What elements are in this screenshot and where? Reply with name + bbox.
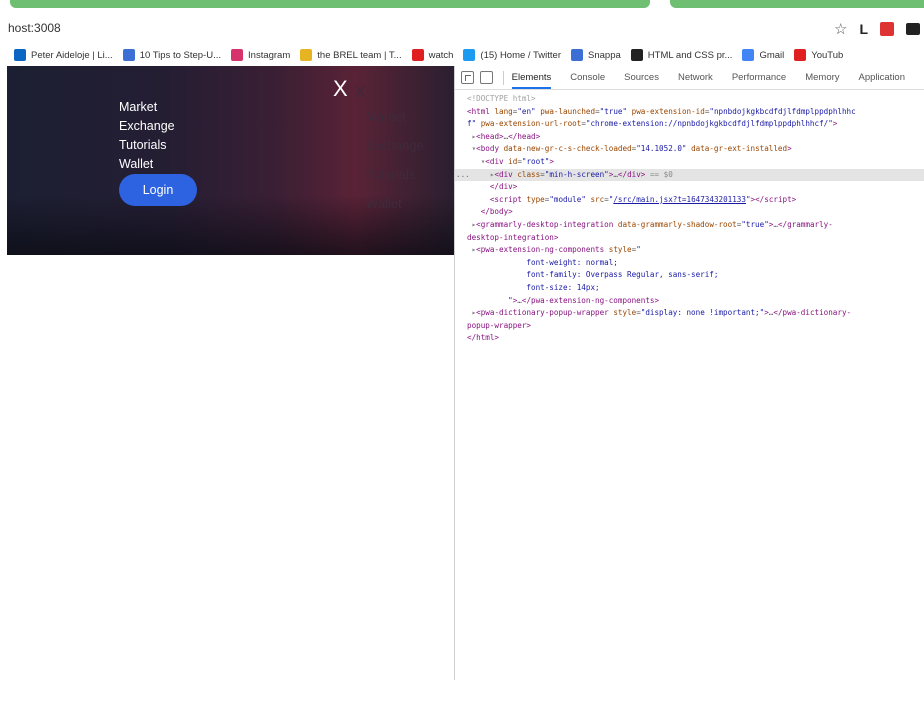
bookmark-label: Peter Aideloje | Li...: [31, 49, 113, 61]
address-bar[interactable]: host:3008 ☆ L: [0, 14, 924, 44]
tree-line[interactable]: ▾<body data-new-gr-c-s-check-loaded="14.…: [455, 143, 924, 156]
tab-elements[interactable]: Elements: [511, 72, 552, 89]
tree-line: </html>: [467, 333, 500, 343]
hero-section: Market Exchange Tutorials Wallet Login X…: [7, 66, 454, 255]
url-text[interactable]: host:3008: [8, 21, 61, 35]
inspect-element-icon[interactable]: [461, 71, 474, 84]
tree-line: popup-wrapper>: [467, 320, 532, 330]
instagram-icon: [231, 49, 244, 61]
background-close-icon: X: [355, 84, 366, 101]
tree-line[interactable]: ▸<pwa-extension-ng-components style=": [455, 244, 924, 257]
tree-line: font-family: Overpass Regular, sans-seri…: [467, 270, 719, 280]
twitter-icon: [463, 49, 476, 61]
tab-console[interactable]: Console: [570, 72, 605, 83]
tree-line: f" pwa-extension-url-root="chrome-extens…: [467, 119, 838, 129]
bookmark-item[interactable]: HTML and CSS pr...: [630, 49, 733, 61]
bookmark-label: watch: [428, 49, 454, 61]
menu-item-market[interactable]: Market: [119, 98, 175, 117]
background-nav: X Market Exchange Tutorials Wallet: [353, 84, 424, 218]
bookmark-item[interactable]: 10 Tips to Step-U...: [122, 49, 222, 61]
tree-line: font-weight: normal;: [467, 257, 618, 267]
bookmark-item[interactable]: Gmail: [742, 49, 784, 61]
bookmark-label: Instagram: [248, 49, 291, 61]
window-bottom: [0, 680, 924, 719]
linkedin-icon: [14, 49, 26, 61]
bookmark-label: 10 Tips to Step-U...: [139, 49, 222, 61]
tree-line: </div>: [489, 182, 518, 192]
youtube-icon: [794, 49, 807, 61]
menu-item-tutorials[interactable]: Tutorials: [119, 136, 175, 155]
tab-performance[interactable]: Performance: [732, 72, 786, 83]
tree-line: desktop-integration>: [467, 232, 559, 242]
background-nav-market: Market: [366, 109, 406, 124]
page-icon: [571, 49, 584, 61]
bookmark-label: (15) Home / Twitter: [480, 49, 562, 61]
tab-memory[interactable]: Memory: [805, 72, 839, 83]
background-nav-exchange: Exchange: [366, 138, 424, 153]
bookmark-label: Gmail: [759, 49, 785, 61]
tree-line[interactable]: ▾<div id="root">: [455, 156, 924, 169]
github-icon: [630, 49, 643, 61]
page-viewport: Market Exchange Tutorials Wallet Login X…: [0, 66, 454, 680]
tab-application[interactable]: Application: [859, 72, 905, 83]
extension-red-icon[interactable]: [880, 22, 894, 36]
bookmark-label: YouTub: [811, 49, 844, 61]
tree-line[interactable]: <script type="module" src="/src/main.jsx…: [455, 194, 924, 207]
tab-strip-accent: [10, 0, 650, 8]
devtools-tabbar: Elements Console Sources Network Perform…: [455, 66, 924, 90]
background-nav-wallet: Wallet: [366, 196, 402, 211]
tab-sources[interactable]: Sources: [624, 72, 659, 83]
tree-line: font-size: 14px;: [467, 282, 600, 292]
bookmark-item[interactable]: YouTub: [794, 49, 843, 61]
address-bar-icons: ☆ L: [834, 20, 920, 38]
elements-tree: <!DOCTYPE html> <html lang="en" pwa-laun…: [455, 90, 924, 345]
bookmark-item[interactable]: Peter Aideloje | Li...: [14, 49, 113, 61]
tab-strip-accent-right: [670, 0, 924, 8]
bookmarks-bar: Peter Aideloje | Li... 10 Tips to Step-U.…: [0, 44, 924, 66]
youtube-icon: [411, 49, 424, 61]
devtools-panel: Elements Console Sources Network Perform…: [454, 66, 924, 680]
tree-line[interactable]: ▸<head>…</head>: [455, 131, 924, 144]
menu-item-exchange[interactable]: Exchange: [119, 117, 175, 136]
tree-line: <!DOCTYPE html>: [467, 94, 536, 103]
devtools-separator: [502, 70, 504, 85]
background-nav-tutorials: Tutorials: [366, 167, 416, 182]
bookmark-item[interactable]: watch: [411, 49, 454, 61]
page-icon: [122, 49, 135, 61]
tree-line[interactable]: ▸<pwa-dictionary-popup-wrapper style="di…: [455, 307, 924, 320]
bookmark-label: the BREL team | T...: [317, 49, 402, 61]
tree-line: </body>: [480, 207, 513, 217]
tree-line: ">…</pwa-extension-ng-components>: [467, 295, 660, 305]
folder-icon: [300, 49, 313, 61]
bookmark-item[interactable]: the BREL team | T...: [300, 49, 402, 61]
tree-line-selected[interactable]: ... ▸<div class="min-h-screen">…</div> =…: [455, 168, 924, 182]
tree-line[interactable]: ▸<grammarly-desktop-integration data-gra…: [455, 219, 924, 232]
mobile-menu: Market Exchange Tutorials Wallet: [119, 98, 175, 174]
camera-extension-icon[interactable]: [906, 23, 920, 35]
bookmark-item[interactable]: Instagram: [231, 49, 290, 61]
bookmark-item[interactable]: Snappa: [571, 49, 621, 61]
menu-item-wallet[interactable]: Wallet: [119, 155, 175, 174]
window-top-strip: [0, 0, 924, 14]
bookmark-label: HTML and CSS pr...: [647, 49, 733, 61]
close-menu-icon[interactable]: X: [333, 78, 348, 100]
bookmark-star-icon[interactable]: ☆: [834, 20, 847, 38]
tab-network[interactable]: Network: [678, 72, 713, 83]
extension-l-icon[interactable]: L: [859, 21, 868, 37]
google-icon: [742, 49, 755, 61]
login-button[interactable]: Login: [119, 174, 197, 206]
device-toolbar-icon[interactable]: [479, 71, 493, 84]
tree-line[interactable]: <html lang="en" pwa-launched="true" pwa-…: [455, 106, 924, 119]
bookmark-label: Snappa: [588, 49, 621, 61]
bookmark-item[interactable]: (15) Home / Twitter: [463, 49, 561, 61]
